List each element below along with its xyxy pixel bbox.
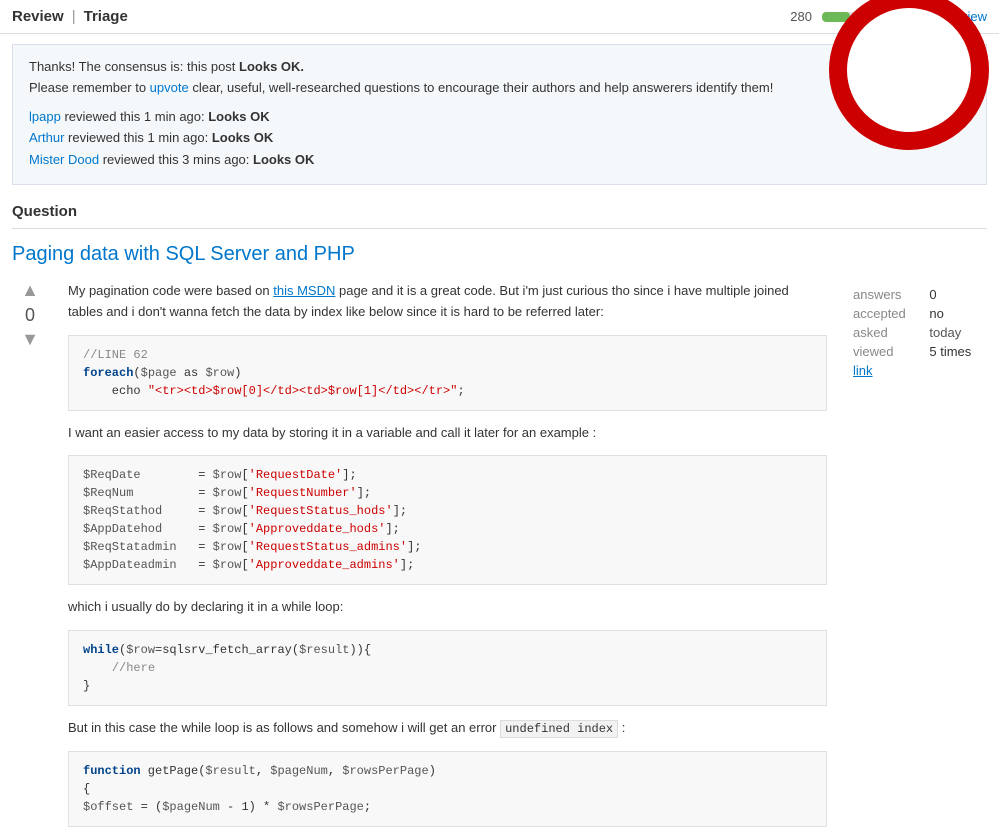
msdn-link[interactable]: this MSDN: [273, 283, 335, 298]
reviewer-0-name[interactable]: lpapp: [29, 109, 61, 124]
stats-row-viewed: viewed 5 times: [847, 342, 987, 361]
vote-down-button[interactable]: ▼: [15, 330, 45, 350]
reviewer-0-verdict: Looks OK: [208, 109, 269, 124]
nav-separator: |: [72, 8, 76, 25]
question-section: Question Paging data with SQL Server and…: [0, 195, 999, 839]
question-body-area: ▲ 0 ▼ My pagination code were based on t…: [12, 281, 987, 839]
stats-row-link: link: [847, 361, 987, 380]
reviewer-1-time: reviewed this 1 min ago:: [68, 130, 212, 145]
question-body-2: I want an easier access to my data by st…: [68, 423, 827, 444]
upvote-link[interactable]: upvote: [150, 80, 189, 95]
answers-value: 0: [923, 285, 987, 304]
stats-row-answers: answers 0: [847, 285, 987, 304]
stats-link[interactable]: link: [853, 363, 873, 378]
code-block-1: //LINE 62 foreach($page as $row) echo "<…: [68, 335, 827, 411]
reviewer-2: Mister Dood reviewed this 3 mins ago: Lo…: [29, 150, 970, 171]
vote-up-button[interactable]: ▲: [15, 281, 45, 301]
consensus-sub-suffix: clear, useful, well-researched questions…: [189, 80, 774, 95]
error-code-inline: undefined index: [500, 720, 618, 738]
accepted-label: accepted: [847, 304, 923, 323]
question-body-intro: My pagination code were based on this MS…: [68, 281, 827, 323]
question-title[interactable]: Paging data with SQL Server and PHP: [12, 241, 987, 267]
reviewer-2-time: reviewed this 3 mins ago:: [103, 152, 253, 167]
viewed-label: viewed: [847, 342, 923, 361]
code-block-4: function getPage($result, $pageNum, $row…: [68, 751, 827, 827]
code-block-2: $ReqDate = $row['RequestDate']; $ReqNum …: [68, 455, 827, 585]
asked-label: asked: [847, 323, 923, 342]
reviewer-2-verdict: Looks OK: [253, 152, 314, 167]
consensus-prefix: Thanks! The consensus is: this post: [29, 59, 239, 74]
header-nav: Review | Triage 280 stats review: [0, 0, 999, 34]
stats-row-accepted: accepted no: [847, 304, 987, 323]
nav-count: 280: [790, 9, 812, 24]
stats-table: answers 0 accepted no asked today viewed…: [847, 285, 987, 380]
answers-label: answers: [847, 285, 923, 304]
question-body-4: But in this case the while loop is as fo…: [68, 718, 827, 739]
vote-count: 0: [25, 305, 35, 326]
consensus-sub-prefix: Please remember to: [29, 80, 150, 95]
viewed-value: 5 times: [923, 342, 987, 361]
reviewer-1-name[interactable]: Arthur: [29, 130, 64, 145]
code-block-3: while($row=sqlsrv_fetch_array($result)){…: [68, 630, 827, 706]
reviewer-2-name[interactable]: Mister Dood: [29, 152, 99, 167]
asked-value: today: [923, 323, 987, 342]
section-header: Question: [12, 195, 987, 229]
reviewer-1-verdict: Looks OK: [212, 130, 273, 145]
reviewer-1: Arthur reviewed this 1 min ago: Looks OK: [29, 128, 970, 149]
nav-triage-label[interactable]: Triage: [84, 8, 128, 25]
nav-review-label[interactable]: Review: [12, 8, 64, 25]
accepted-value: no: [923, 304, 987, 323]
reviewer-list: lpapp reviewed this 1 min ago: Looks OK …: [29, 107, 970, 171]
stats-sidebar: answers 0 accepted no asked today viewed…: [847, 285, 987, 839]
consensus-status: Looks OK.: [239, 59, 304, 74]
reviewer-0: lpapp reviewed this 1 min ago: Looks OK: [29, 107, 970, 128]
question-body-3: which i usually do by declaring it in a …: [68, 597, 827, 618]
reviewer-0-time: reviewed this 1 min ago:: [64, 109, 208, 124]
stats-link-cell: link: [847, 361, 987, 380]
question-content: My pagination code were based on this MS…: [68, 281, 827, 839]
stats-row-asked: asked today: [847, 323, 987, 342]
vote-column: ▲ 0 ▼: [12, 281, 48, 839]
